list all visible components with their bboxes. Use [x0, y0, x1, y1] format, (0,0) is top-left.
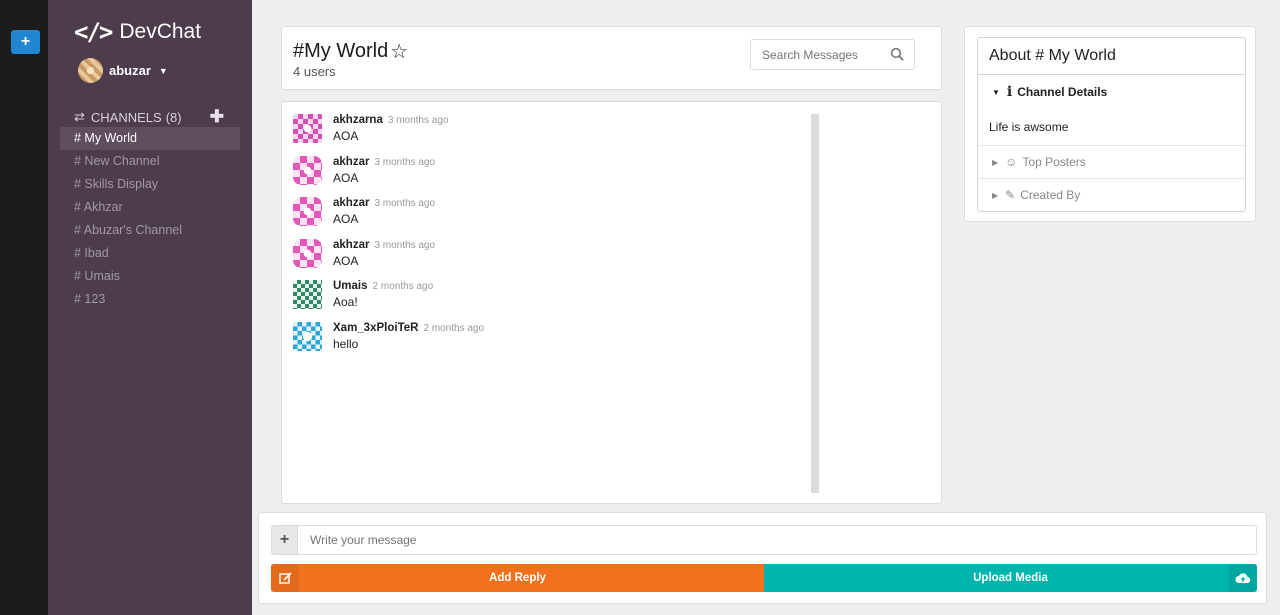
info-icon: i: [1006, 84, 1013, 100]
message-time: 3 months ago: [387, 115, 449, 126]
message: akhzar 3 months ago AOA: [293, 156, 435, 185]
channel-item[interactable]: # Umais: [60, 265, 240, 288]
channels-header: ⇄ CHANNELS (8) ✚: [74, 107, 224, 127]
about-panel: About # My World ▼ i Channel Details Lif…: [964, 26, 1256, 222]
message-author[interactable]: akhzar: [333, 197, 369, 209]
message-text: Aoa!: [333, 295, 358, 309]
channel-details-section[interactable]: ▼ i Channel Details Life is awsome: [978, 84, 1245, 134]
sidebar: </> DevChat abuzar ▼ ⇄ CHANNELS (8) ✚ # …: [48, 0, 252, 615]
message-field: [297, 525, 1257, 555]
add-channel-icon[interactable]: ✚: [210, 107, 224, 127]
message-time: 3 months ago: [374, 198, 436, 209]
add-color-button[interactable]: +: [11, 30, 40, 54]
edit-icon: [271, 564, 299, 592]
channels-count: (8): [165, 109, 182, 125]
user-name: abuzar: [109, 63, 151, 78]
avatar: [293, 280, 322, 309]
avatar: [293, 239, 322, 268]
upload-media-button[interactable]: Upload Media: [764, 564, 1257, 592]
channel-item[interactable]: # Akhzar: [60, 196, 240, 219]
add-icon[interactable]: +: [271, 525, 298, 555]
divider: [978, 178, 1245, 179]
user-count: 4 users: [293, 64, 336, 79]
message: Xam_3xPloiTeR 2 months ago hello: [293, 322, 484, 351]
message: Umais 2 months ago Aoa!: [293, 280, 433, 309]
avatar: [293, 156, 322, 185]
search-icon: [890, 47, 904, 61]
caret-down-icon: ▼: [992, 87, 1000, 97]
message-author[interactable]: Umais: [333, 280, 368, 292]
top-posters-section[interactable]: ▶ ☺ Top Posters: [978, 155, 1245, 169]
message-author[interactable]: Xam_3xPloiTeR: [333, 322, 418, 334]
pencil-icon: ✎: [1005, 188, 1016, 202]
add-reply-button[interactable]: Add Reply: [271, 564, 764, 592]
channel-list: # My World # New Channel # Skills Displa…: [60, 127, 240, 311]
caret-down-icon: ▼: [158, 65, 168, 76]
channel-item[interactable]: # New Channel: [60, 150, 240, 173]
add-reply-label: Add Reply: [489, 572, 546, 584]
created-by-section[interactable]: ▶ ✎ Created By: [978, 188, 1245, 202]
app-name: DevChat: [119, 20, 202, 43]
section-label: Channel Details: [1017, 85, 1108, 99]
code-icon: </>: [74, 18, 113, 46]
channel-item[interactable]: # 123: [60, 288, 240, 311]
message-author[interactable]: akhzar: [333, 239, 369, 251]
message-text: AOA: [333, 171, 359, 185]
cloud-upload-icon: [1229, 564, 1257, 592]
message: akhzar 3 months ago AOA: [293, 239, 435, 268]
message-text: hello: [333, 337, 359, 351]
message-text: AOA: [333, 212, 359, 226]
message-time: 3 months ago: [374, 240, 436, 251]
message-time: 2 months ago: [423, 323, 485, 334]
message-text: AOA: [333, 254, 359, 268]
caret-right-icon: ▶: [992, 190, 999, 200]
scrollbar[interactable]: [811, 114, 819, 493]
message-time: 3 months ago: [374, 157, 436, 168]
channel-header: #My World ☆ 4 users: [281, 26, 942, 90]
user-circle-icon: ☺: [1005, 155, 1018, 169]
brand: </> DevChat: [74, 18, 201, 46]
section-label: Created By: [1020, 188, 1081, 202]
divider: [978, 145, 1245, 146]
message-text: AOA: [333, 129, 359, 143]
messages-panel: akhzarna 3 months ago AOA akhzar 3 month…: [281, 101, 942, 504]
avatar: [78, 58, 103, 83]
channel-title: #My World ☆: [293, 39, 408, 64]
avatar: [293, 114, 322, 143]
message-author[interactable]: akhzarna: [333, 114, 383, 126]
search-box: [750, 39, 915, 70]
upload-media-label: Upload Media: [973, 572, 1048, 584]
message-author[interactable]: akhzar: [333, 156, 369, 168]
message-time: 2 months ago: [372, 281, 434, 292]
section-label: Top Posters: [1022, 155, 1086, 169]
channel-item[interactable]: # Skills Display: [60, 173, 240, 196]
message: akhzarna 3 months ago AOA: [293, 114, 448, 143]
channel-name: #My World: [293, 40, 389, 62]
exchange-icon: ⇄: [74, 109, 85, 124]
color-strip: +: [0, 0, 48, 615]
user-dropdown[interactable]: abuzar ▼: [78, 58, 168, 83]
avatar: [293, 197, 322, 226]
message-input[interactable]: [297, 526, 1256, 554]
about-title: About # My World: [978, 38, 1245, 75]
channels-label: CHANNELS: [90, 109, 162, 125]
about-accordion: About # My World ▼ i Channel Details Lif…: [977, 37, 1246, 212]
channel-description: Life is awsome: [989, 120, 1069, 134]
search-input[interactable]: [751, 40, 881, 69]
avatar: [293, 322, 322, 351]
star-icon[interactable]: ☆: [390, 39, 408, 64]
message-form: + Add Reply Upload Media: [258, 512, 1267, 604]
message: akhzar 3 months ago AOA: [293, 197, 435, 226]
channel-item[interactable]: # Abuzar's Channel: [60, 219, 240, 242]
channel-item[interactable]: # My World: [60, 127, 240, 150]
channel-item[interactable]: # Ibad: [60, 242, 240, 265]
caret-right-icon: ▶: [992, 157, 999, 167]
